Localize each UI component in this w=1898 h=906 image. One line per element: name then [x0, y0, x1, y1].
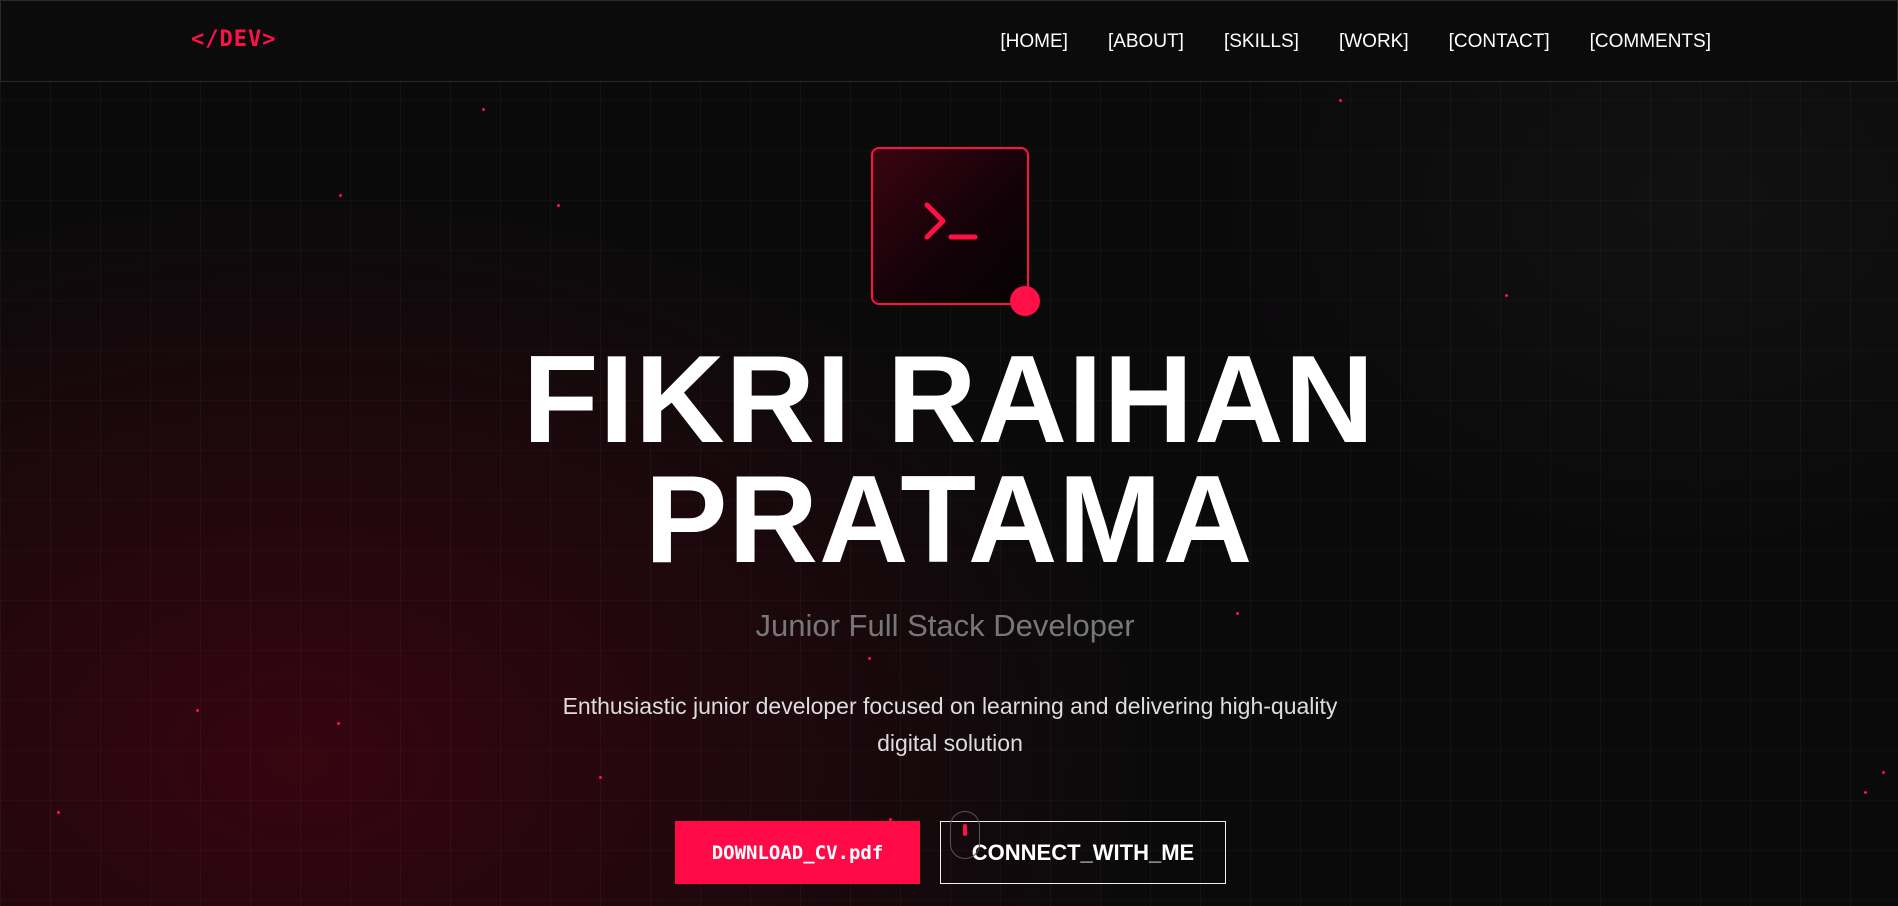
download-cv-button[interactable]: DOWNLOAD_CV.pdf: [675, 821, 920, 884]
hero-role: Junior Full Stack Developer: [755, 608, 1135, 643]
nav-contact-link[interactable]: [CONTACT]: [1449, 31, 1550, 53]
connect-button[interactable]: CONNECT_WITH_ME: [940, 821, 1226, 884]
mouse-wheel: [963, 824, 967, 836]
hero-description-line-2: digital solution: [877, 730, 1023, 756]
hero-name-line-1: FIKRI RAIHAN: [522, 331, 1376, 469]
main-nav: [HOME] [ABOUT] [SKILLS] [WORK] [CONTACT]…: [1000, 31, 1711, 53]
nav-about-link[interactable]: [ABOUT]: [1108, 31, 1184, 53]
nav-work-link[interactable]: [WORK]: [1339, 31, 1409, 53]
mouse-scroll-icon: [950, 811, 980, 859]
hero-description-line-1: Enthusiastic junior developer focused on…: [562, 693, 1338, 719]
nav-skills-link[interactable]: [SKILLS]: [1224, 31, 1299, 53]
hero-name: FIKRI RAIHAN PRATAMA: [0, 331, 1898, 589]
terminal-prompt-icon: [871, 147, 1029, 305]
hero-description: Enthusiastic junior developer focused on…: [530, 688, 1370, 762]
nav-home-link[interactable]: [HOME]: [1000, 31, 1068, 53]
site-logo[interactable]: </DEV>: [191, 27, 276, 52]
hero-name-line-2: PRATAMA: [644, 451, 1254, 589]
top-navbar: </DEV> [HOME] [ABOUT] [SKILLS] [WORK] [C…: [0, 0, 1898, 82]
status-dot: [1010, 286, 1040, 316]
nav-comments-link[interactable]: [COMMENTS]: [1590, 31, 1711, 53]
